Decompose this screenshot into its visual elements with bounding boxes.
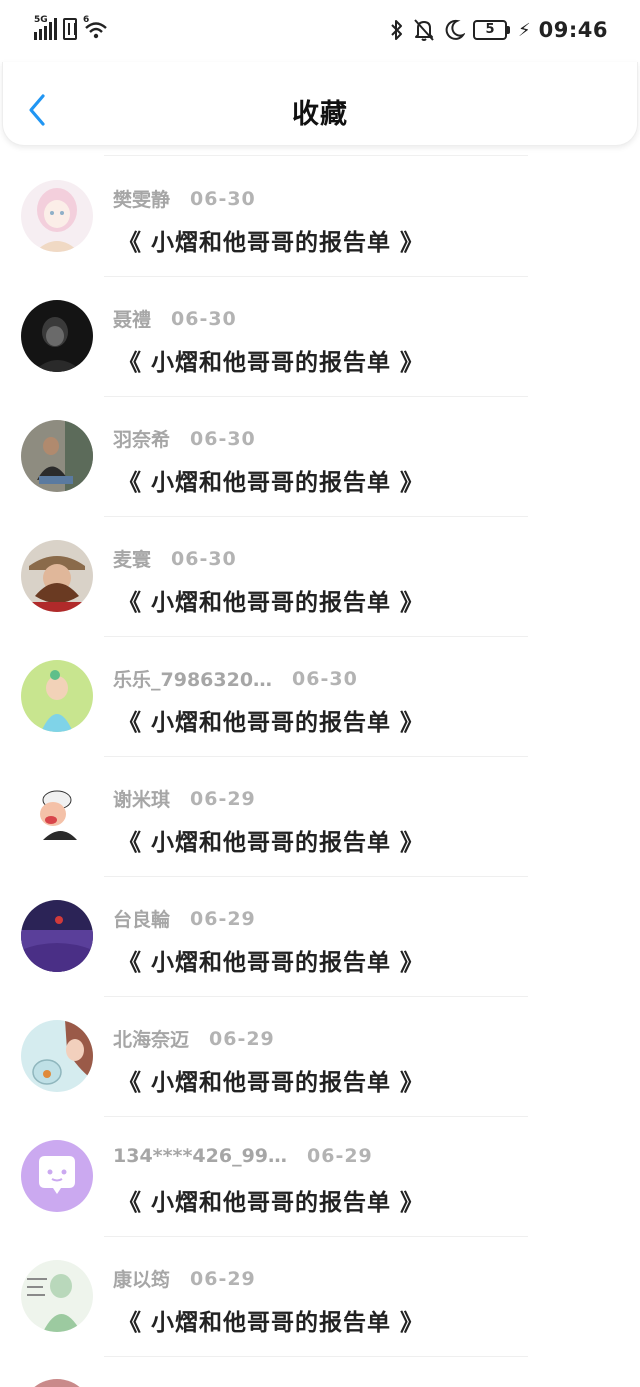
- item-title[interactable]: 《 小熠和他哥哥的报告单 》: [118, 703, 424, 737]
- clock: 09:46: [538, 18, 608, 42]
- avatar[interactable]: [21, 660, 93, 732]
- item-meta: 北海奈迈 06-29: [113, 1025, 275, 1052]
- avatar[interactable]: [21, 1140, 93, 1212]
- item-title[interactable]: 《 小熠和他哥哥的报告单 》: [118, 943, 424, 977]
- user-name: 麦寰: [113, 549, 152, 571]
- item-meta: 乐乐_79863​20… 06-30: [113, 665, 358, 692]
- item-meta: 台良輪 06-29: [113, 905, 256, 932]
- item-meta: 谢米琪 06-29: [113, 785, 256, 812]
- list-item[interactable]: 麦寰 06-30 《 小熠和他哥哥的报告单 》: [0, 517, 640, 637]
- user-name: 北海奈迈: [113, 1029, 190, 1051]
- user-name: 樊雯静: [113, 189, 171, 211]
- page-title: 收藏: [292, 99, 348, 130]
- user-name: 康以筠: [113, 1269, 171, 1291]
- avatar[interactable]: [21, 780, 93, 852]
- user-name: 乐乐_79863​20…: [113, 669, 273, 691]
- favorites-list: 樊雯静 06-30 《 小熠和他哥哥的报告单 》 聂禮 06-30 《 小熠和他…: [0, 157, 640, 1357]
- bluetooth-icon: [391, 20, 402, 40]
- item-date: 06-29: [190, 787, 256, 810]
- list-item[interactable]: 聂禮 06-30 《 小熠和他哥哥的报告单 》: [0, 277, 640, 397]
- item-title[interactable]: 《 小熠和他哥哥的报告单 》: [118, 223, 424, 257]
- list-item[interactable]: 康以筠 06-29 《 小熠和他哥哥的报告单 》: [0, 1237, 640, 1357]
- item-meta: 羽奈希 06-30: [113, 425, 256, 452]
- signal-icon: 5G: [34, 15, 57, 40]
- avatar[interactable]: [21, 1379, 93, 1387]
- wifi-tag: 6: [83, 15, 90, 25]
- item-date: 06-30: [190, 427, 256, 450]
- list-item[interactable]: 134****426_99… 06-29 《 小熠和他哥哥的报告单 》: [0, 1117, 640, 1237]
- divider: [104, 155, 528, 156]
- item-title[interactable]: 《 小熠和他哥哥的报告单 》: [118, 823, 424, 857]
- user-name: 134****426_99…: [113, 1145, 288, 1167]
- avatar[interactable]: [21, 540, 93, 612]
- header: 收藏: [2, 62, 638, 146]
- user-name: 聂禮: [113, 309, 152, 331]
- status-right: 5 ⚡ 09:46: [389, 18, 608, 42]
- list-item[interactable]: 谢米琪 06-29 《 小熠和他哥哥的报告单 》: [0, 757, 640, 877]
- wifi-icon: 6: [83, 15, 109, 40]
- item-date: 06-30: [292, 667, 358, 690]
- item-date: 06-29: [307, 1145, 373, 1167]
- item-title[interactable]: 《 小熠和他哥哥的报告单 》: [118, 1303, 424, 1337]
- item-meta: 134****426_99… 06-29: [113, 1145, 373, 1167]
- list-item[interactable]: 北海奈迈 06-29 《 小熠和他哥哥的报告单 》: [0, 997, 640, 1117]
- list-item-partial[interactable]: [0, 1357, 640, 1387]
- list-item[interactable]: 羽奈希 06-30 《 小熠和他哥哥的报告单 》: [0, 397, 640, 517]
- charging-icon: ⚡: [518, 19, 531, 41]
- item-title[interactable]: 《 小熠和他哥哥的报告单 》: [118, 1183, 424, 1217]
- status-bar: 5G 6 5 ⚡ 09:46: [0, 0, 640, 62]
- item-meta: 麦寰 06-30: [113, 545, 237, 572]
- status-left: 5G 6: [34, 15, 109, 40]
- user-name: 台良輪: [113, 909, 171, 931]
- user-name: 羽奈希: [113, 429, 171, 451]
- item-meta: 樊雯静 06-30: [113, 185, 256, 212]
- battery-icon: 5: [473, 20, 510, 40]
- moon-icon: [445, 19, 465, 40]
- user-name: 谢米琪: [113, 789, 171, 811]
- avatar[interactable]: [21, 900, 93, 972]
- avatar[interactable]: [21, 1020, 93, 1092]
- item-meta: 康以筠 06-29: [113, 1265, 256, 1292]
- network-type: 5G: [34, 15, 48, 25]
- avatar[interactable]: [21, 300, 93, 372]
- avatar[interactable]: [21, 180, 93, 252]
- item-title[interactable]: 《 小熠和他哥哥的报告单 》: [118, 1063, 424, 1097]
- battery-level: 5: [473, 20, 507, 40]
- item-date: 06-30: [171, 547, 237, 570]
- list-item[interactable]: 台良輪 06-29 《 小熠和他哥哥的报告单 》: [0, 877, 640, 997]
- avatar[interactable]: [21, 420, 93, 492]
- item-date: 06-29: [209, 1027, 275, 1050]
- item-title[interactable]: 《 小熠和他哥哥的报告单 》: [118, 463, 424, 497]
- item-date: 06-29: [190, 1267, 256, 1290]
- item-date: 06-29: [190, 907, 256, 930]
- item-title[interactable]: 《 小熠和他哥哥的报告单 》: [118, 343, 424, 377]
- list-item[interactable]: 樊雯静 06-30 《 小熠和他哥哥的报告单 》: [0, 157, 640, 277]
- item-meta: 聂禮 06-30: [113, 305, 237, 332]
- sim-icon: [63, 18, 77, 40]
- avatar[interactable]: [21, 1260, 93, 1332]
- item-date: 06-30: [190, 187, 256, 210]
- mute-bell-icon: [414, 19, 434, 41]
- list-item[interactable]: 乐乐_79863​20… 06-30 《 小熠和他哥哥的报告单 》: [0, 637, 640, 757]
- item-date: 06-30: [171, 307, 237, 330]
- item-title[interactable]: 《 小熠和他哥哥的报告单 》: [118, 583, 424, 617]
